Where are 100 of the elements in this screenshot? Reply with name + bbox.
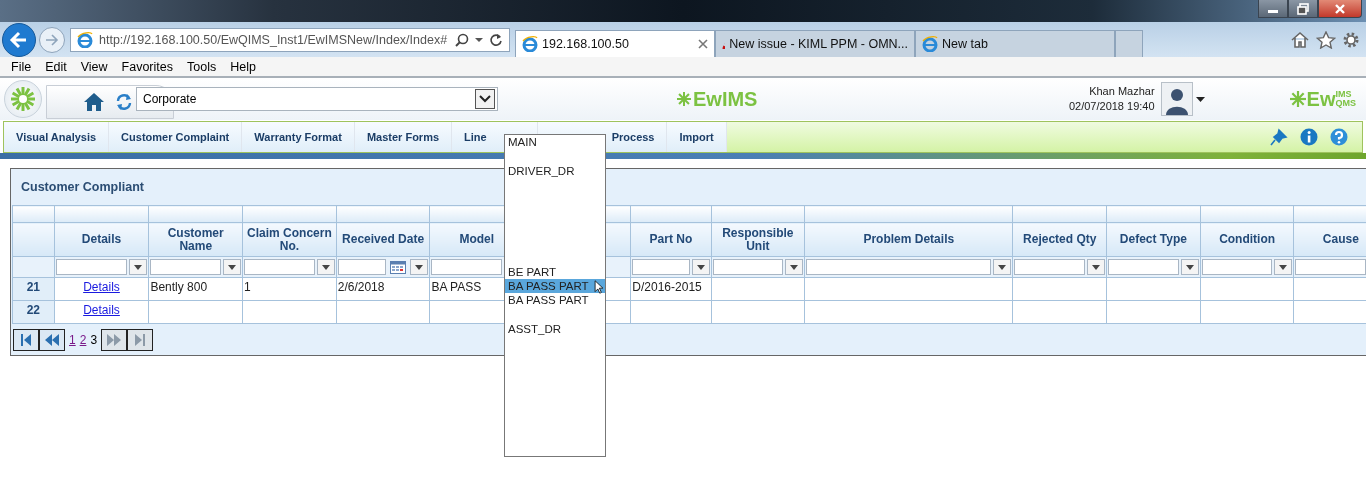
page-link[interactable]: 2 [79, 333, 87, 347]
caret-icon [1279, 264, 1288, 270]
filter-dropdown-button[interactable] [316, 259, 335, 275]
ewims-logo: EwIMS [676, 87, 758, 111]
filter-dropdown-button[interactable] [1180, 259, 1199, 275]
column-header[interactable]: Part No [630, 222, 711, 257]
dropdown-option[interactable]: ASST_DR [505, 322, 605, 337]
settings-icon[interactable] [1342, 30, 1360, 49]
filter-dropdown-button[interactable] [1274, 259, 1293, 275]
filter-field[interactable] [806, 259, 992, 275]
filter-dropdown-button[interactable] [691, 259, 710, 275]
filter-dropdown-button[interactable] [993, 259, 1012, 275]
menu-item[interactable]: Tools [180, 59, 224, 74]
home-icon[interactable] [1290, 30, 1310, 49]
filter-field[interactable] [1201, 259, 1273, 275]
filter-field[interactable] [337, 259, 387, 275]
first-page-button[interactable] [13, 329, 39, 351]
panel-title: Customer Compliant [21, 180, 144, 194]
column-header[interactable]: Defect Type [1106, 222, 1201, 257]
restore-icon [1297, 2, 1309, 15]
restore-button[interactable] [1288, 0, 1318, 18]
browser-tab[interactable]: New tab [915, 30, 1115, 57]
first-page-icon [20, 333, 32, 347]
filter-field[interactable] [632, 259, 690, 275]
last-page-icon [134, 333, 147, 347]
caret-icon [790, 264, 799, 270]
filter-field[interactable] [712, 259, 784, 275]
column-header[interactable]: Rejected Qty [1012, 222, 1107, 257]
caret-icon[interactable] [1195, 96, 1205, 102]
caret-icon [415, 264, 424, 270]
current-page: 3 [90, 333, 98, 347]
menu-item[interactable]: Edit [38, 59, 74, 74]
menu-item[interactable]: View [73, 59, 115, 74]
browser-tab[interactable]: New issue - KIML PPM - OMN... [715, 30, 915, 57]
caret-icon [1185, 264, 1194, 270]
back-arrow-icon [9, 29, 29, 50]
close-icon [1334, 2, 1346, 15]
filter-field[interactable] [150, 259, 222, 275]
pin-icon[interactable] [1270, 128, 1288, 146]
info-icon[interactable] [1300, 128, 1318, 146]
nav-tab[interactable]: Import [667, 122, 727, 152]
column-header[interactable]: Problem Details [804, 222, 1013, 257]
filter-dropdown-button[interactable] [129, 259, 148, 275]
nav-tab[interactable]: Master Forms [354, 122, 453, 152]
avatar-icon[interactable] [1160, 82, 1193, 116]
column-header[interactable]: Received Date [336, 222, 430, 257]
column-header[interactable]: Responsible Unit [711, 222, 805, 257]
column-header[interactable]: Cause [1293, 222, 1366, 257]
filter-field[interactable] [244, 259, 315, 275]
column-header[interactable]: Details [54, 222, 149, 257]
starburst-icon [1288, 90, 1307, 108]
filter-field[interactable] [1014, 259, 1086, 275]
page-link[interactable]: 1 [69, 333, 76, 347]
nav-tab[interactable]: Visual Analysis [4, 122, 110, 152]
address-bar[interactable]: http://192.168.100.50/EwQIMS_Inst1/EwIMSNew/Index/Index# [70, 27, 510, 52]
home-icon[interactable] [83, 92, 105, 112]
refresh-icon[interactable] [115, 93, 133, 111]
column-header[interactable]: Condition [1200, 222, 1294, 257]
close-tab-icon[interactable] [698, 39, 708, 49]
menu-item[interactable]: File [4, 59, 39, 74]
refresh-icon[interactable] [489, 32, 503, 47]
star-icon[interactable] [1316, 30, 1336, 49]
previous-page-button[interactable] [39, 329, 65, 351]
filter-field[interactable] [1108, 259, 1179, 275]
filter-dropdown-button[interactable] [410, 259, 429, 275]
back-button[interactable] [2, 22, 36, 57]
column-header[interactable]: Customer Name [148, 222, 243, 257]
minimize-button[interactable] [1258, 0, 1288, 18]
menu-item[interactable]: Favorites [114, 59, 180, 74]
caret-icon[interactable] [475, 36, 483, 43]
address-url: http://192.168.100.50/EwQIMS_Inst1/EwIMSNew/Index/Index# [99, 32, 449, 47]
menu-item[interactable]: Help [223, 59, 263, 74]
filter-dropdown-button[interactable] [1087, 259, 1106, 275]
dropdown-option[interactable]: DRIVER_DR [505, 163, 605, 179]
filter-field[interactable] [55, 259, 128, 275]
column-header[interactable]: Claim Concern No. [242, 222, 337, 257]
dropdown-option[interactable]: BA PASS PART [505, 293, 605, 308]
calendar-icon[interactable] [390, 260, 407, 274]
ie-logo-icon [922, 36, 938, 52]
caret-icon [134, 264, 143, 270]
chevron-down-icon [479, 95, 491, 103]
search-icon[interactable] [455, 32, 469, 47]
minimize-icon [1268, 10, 1278, 13]
dropdown-option[interactable]: BE PART [505, 264, 605, 279]
close-button[interactable] [1318, 0, 1362, 18]
plant-select[interactable]: Corporate [136, 87, 498, 111]
table-cell: D/2016-2015 [632, 280, 702, 294]
help-icon[interactable] [1330, 128, 1348, 146]
table-cell: Bently 800 [150, 280, 208, 294]
nav-tab[interactable]: Warranty Format [242, 122, 355, 152]
filter-field[interactable] [1295, 259, 1366, 275]
user-name: Khan Mazhar [1089, 84, 1155, 99]
filter-field[interactable] [431, 259, 503, 275]
filter-dropdown-button[interactable] [785, 259, 804, 275]
dropdown-option[interactable]: BA PASS PART [505, 278, 605, 294]
nav-tab[interactable]: Customer Complaint [109, 122, 243, 152]
table-cell: 2/6/2018 [337, 280, 385, 294]
browser-tab[interactable]: 192.168.100.50 [515, 30, 715, 57]
filter-dropdown-button[interactable] [223, 259, 242, 275]
caret-icon [321, 264, 330, 270]
